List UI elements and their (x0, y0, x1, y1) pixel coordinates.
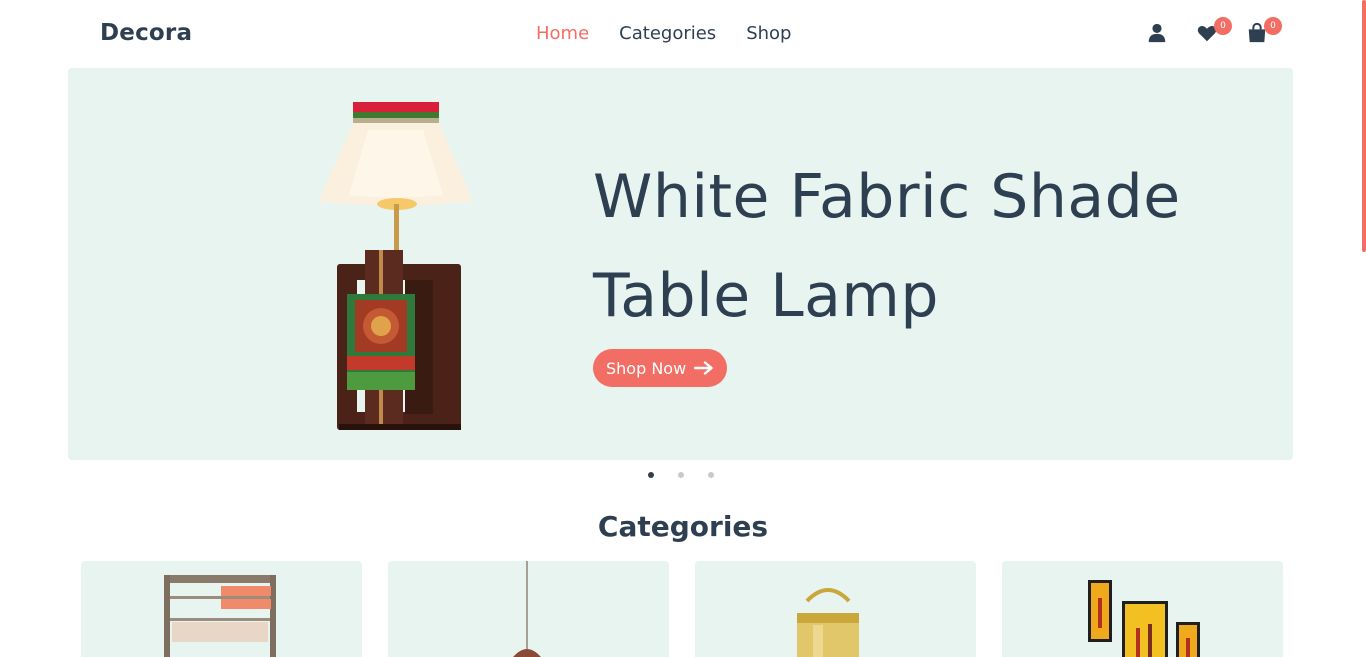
brass-bucket-image (797, 588, 859, 657)
cart-button[interactable]: 0 (1246, 17, 1282, 46)
category-card-lighting[interactable] (388, 561, 669, 657)
header-actions: 0 0 (1146, 17, 1282, 46)
shop-now-label: Shop Now (606, 358, 687, 378)
slide-dot-2[interactable] (678, 472, 684, 478)
hero-title-line1: White Fabric Shade (593, 162, 1181, 232)
user-icon (1148, 23, 1166, 43)
category-cards (81, 561, 1283, 657)
main-nav: Home Categories Shop (536, 23, 791, 44)
category-card-wall-art[interactable] (1002, 561, 1283, 657)
category-card-shelf[interactable] (81, 561, 362, 657)
site-header: Decora Home Categories Shop 0 0 (0, 0, 1366, 68)
slider-dots (648, 472, 714, 478)
account-button[interactable] (1146, 22, 1170, 46)
slide-dot-1[interactable] (648, 472, 654, 478)
hero-title-line2: Table Lamp (593, 261, 939, 331)
categories-heading: Categories (597, 510, 769, 543)
site-logo[interactable]: Decora (100, 20, 192, 46)
wall-art-image (1088, 580, 1200, 657)
table-lamp-image (319, 102, 473, 430)
category-card-decor[interactable] (695, 561, 976, 657)
wishlist-button[interactable]: 0 (1196, 17, 1232, 46)
slide-dot-3[interactable] (708, 472, 714, 478)
scrollbar-thumb[interactable] (1362, 0, 1366, 252)
nav-shop[interactable]: Shop (746, 23, 791, 44)
pendant-lamp-image (513, 561, 541, 657)
nav-home[interactable]: Home (536, 23, 589, 44)
hero-title: White Fabric Shade Table Lamp (593, 148, 1273, 346)
hero-banner: White Fabric Shade Table Lamp Shop Now (68, 68, 1293, 460)
cart-count-badge: 0 (1264, 17, 1282, 35)
shelf-image (164, 575, 276, 657)
shop-now-button[interactable]: Shop Now (593, 349, 728, 387)
scrollbar[interactable] (1362, 0, 1366, 657)
wishlist-count-badge: 0 (1214, 17, 1232, 35)
arrow-right-icon (694, 361, 713, 375)
nav-categories[interactable]: Categories (619, 23, 716, 44)
